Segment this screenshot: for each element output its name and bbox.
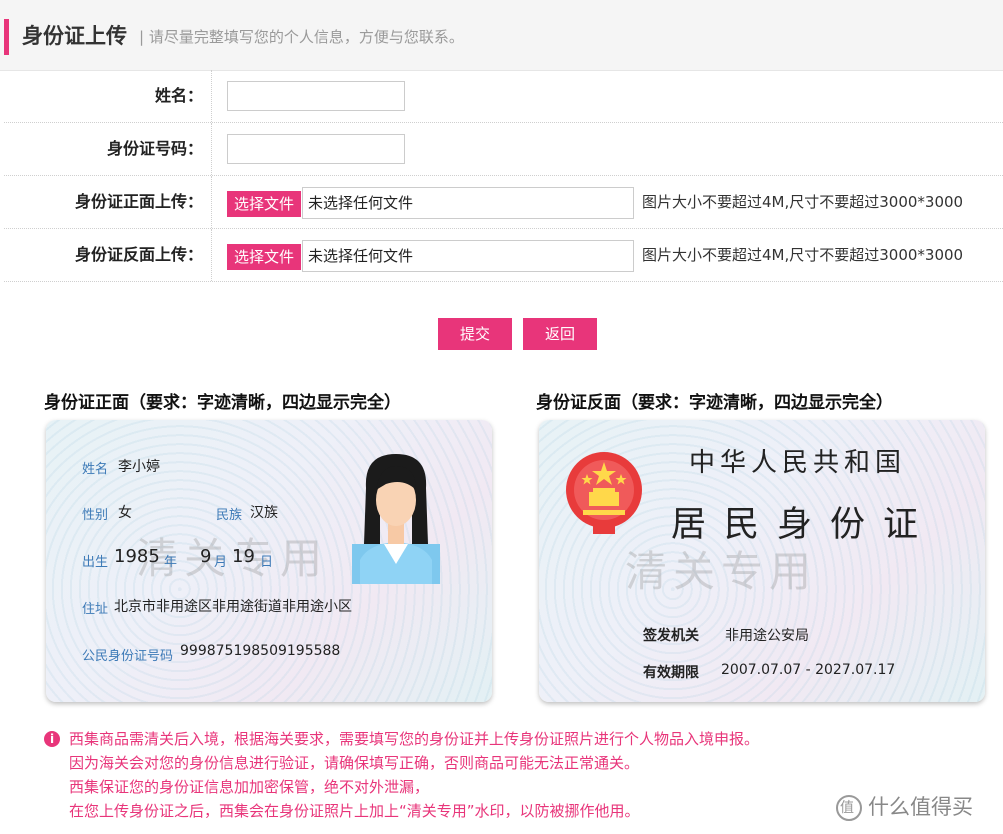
form-row-name: 姓名： bbox=[4, 70, 1003, 123]
front-choose-file-button[interactable]: 选择文件 bbox=[227, 191, 301, 217]
front-birth-day: 19 bbox=[232, 546, 255, 567]
notice-line-3: 西集保证您的身份证信息加加密保管，绝不对外泄漏， bbox=[69, 778, 430, 796]
front-name-value: 李小婷 bbox=[118, 459, 160, 475]
front-address-value: 北京市非用途区非用途街道非用途小区 bbox=[114, 599, 352, 615]
front-id-value: 999875198509195588 bbox=[180, 643, 341, 659]
portrait-avatar-icon bbox=[352, 454, 440, 584]
brand-text: 什么值得买 bbox=[868, 795, 973, 819]
header-accent-bar bbox=[4, 19, 9, 55]
form-row-id-number: 身份证号码： bbox=[4, 123, 1003, 176]
back-authority-value: 非用途公安局 bbox=[725, 628, 809, 644]
front-day-char: 日 bbox=[260, 555, 274, 570]
back-validity-value: 2007.07.07 - 2027.07.17 bbox=[721, 662, 896, 678]
page-title: 身份证上传 bbox=[22, 24, 127, 48]
back-validity-label: 有效期限 bbox=[643, 665, 699, 681]
front-ethnic-value: 汉族 bbox=[250, 505, 278, 521]
back-card-title-country: 中华人民共和国 bbox=[689, 448, 907, 478]
brand-logo-icon bbox=[836, 795, 862, 821]
front-month-char: 月 bbox=[214, 555, 228, 570]
watermark: 清关专用 bbox=[625, 547, 818, 596]
front-birth-year: 1985 bbox=[114, 546, 160, 567]
notice-line-4: 在您上传身份证之后，西集会在身份证照片上加上“清关专用”水印，以防被挪作他用。 bbox=[69, 802, 640, 820]
notice-line-1: 西集商品需清关后入境，根据海关要求，需要填写您的身份证并上传身份证照片进行个人物… bbox=[69, 730, 760, 748]
notice-line-2: 因为海关会对您的身份信息进行验证，请确保填写正确，否则商品可能无法正常通关。 bbox=[69, 754, 640, 772]
site-brand-watermark: 什么值得买 bbox=[836, 792, 973, 822]
front-birth-label: 出生 bbox=[82, 555, 109, 570]
name-input[interactable] bbox=[227, 81, 405, 111]
form-row-front-upload: 身份证正面上传： 选择文件 未选择任何文件 图片大小不要超过4M,尺寸不要超过3… bbox=[4, 176, 1003, 229]
front-upload-label: 身份证正面上传： bbox=[4, 176, 212, 228]
front-sex-label: 性别 bbox=[82, 508, 109, 523]
front-address-label: 住址 bbox=[82, 602, 109, 617]
submit-button[interactable]: 提交 bbox=[438, 318, 512, 350]
back-choose-file-button[interactable]: 选择文件 bbox=[227, 244, 301, 270]
front-name-label: 姓名 bbox=[82, 462, 109, 477]
front-ethnic-label: 民族 bbox=[216, 508, 243, 523]
name-label: 姓名： bbox=[4, 70, 212, 122]
id-number-input[interactable] bbox=[227, 134, 405, 164]
page-subtitle: | 请尽量完整填写您的个人信息，方便与您联系。 bbox=[139, 28, 464, 46]
front-id-label: 公民身份证号码 bbox=[82, 649, 174, 664]
back-file-hint: 图片大小不要超过4M,尺寸不要超过3000*3000 bbox=[642, 246, 964, 264]
front-sex-value: 女 bbox=[118, 505, 132, 521]
front-file-name[interactable]: 未选择任何文件 bbox=[302, 187, 634, 219]
back-button[interactable]: 返回 bbox=[523, 318, 597, 350]
id-card-front-sample: 清关专用 姓名 李小婷 性别 女 民族 汉族 出生 1985 年 9 月 19 … bbox=[46, 420, 492, 702]
back-file-name[interactable]: 未选择任何文件 bbox=[302, 240, 634, 272]
back-upload-label: 身份证反面上传： bbox=[4, 229, 212, 281]
page-header: 身份证上传 | 请尽量完整填写您的个人信息，方便与您联系。 bbox=[0, 0, 1003, 71]
front-sample-title: 身份证正面（要求：字迹清晰，四边显示完全） bbox=[44, 393, 401, 413]
form-row-back-upload: 身份证反面上传： 选择文件 未选择任何文件 图片大小不要超过4M,尺寸不要超过3… bbox=[4, 229, 1003, 282]
id-number-label: 身份证号码： bbox=[4, 123, 212, 175]
front-birth-month: 9 bbox=[200, 546, 212, 567]
front-year-char: 年 bbox=[164, 555, 178, 570]
back-authority-label: 签发机关 bbox=[643, 628, 699, 644]
info-icon: i bbox=[44, 731, 60, 747]
id-upload-form: 姓名： 身份证号码： 身份证正面上传： 选择文件 未选择任何文件 图片大小不要超… bbox=[4, 70, 1003, 282]
national-emblem-icon bbox=[566, 452, 642, 534]
front-file-hint: 图片大小不要超过4M,尺寸不要超过3000*3000 bbox=[642, 193, 964, 211]
back-card-title-id: 居民身份证 bbox=[671, 505, 937, 545]
back-sample-title: 身份证反面（要求：字迹清晰，四边显示完全） bbox=[536, 393, 893, 413]
id-card-back-sample: 清关专用 中华人民共和国 居民身份证 签发机关 非用途公安局 有效期限 2007… bbox=[539, 420, 985, 702]
